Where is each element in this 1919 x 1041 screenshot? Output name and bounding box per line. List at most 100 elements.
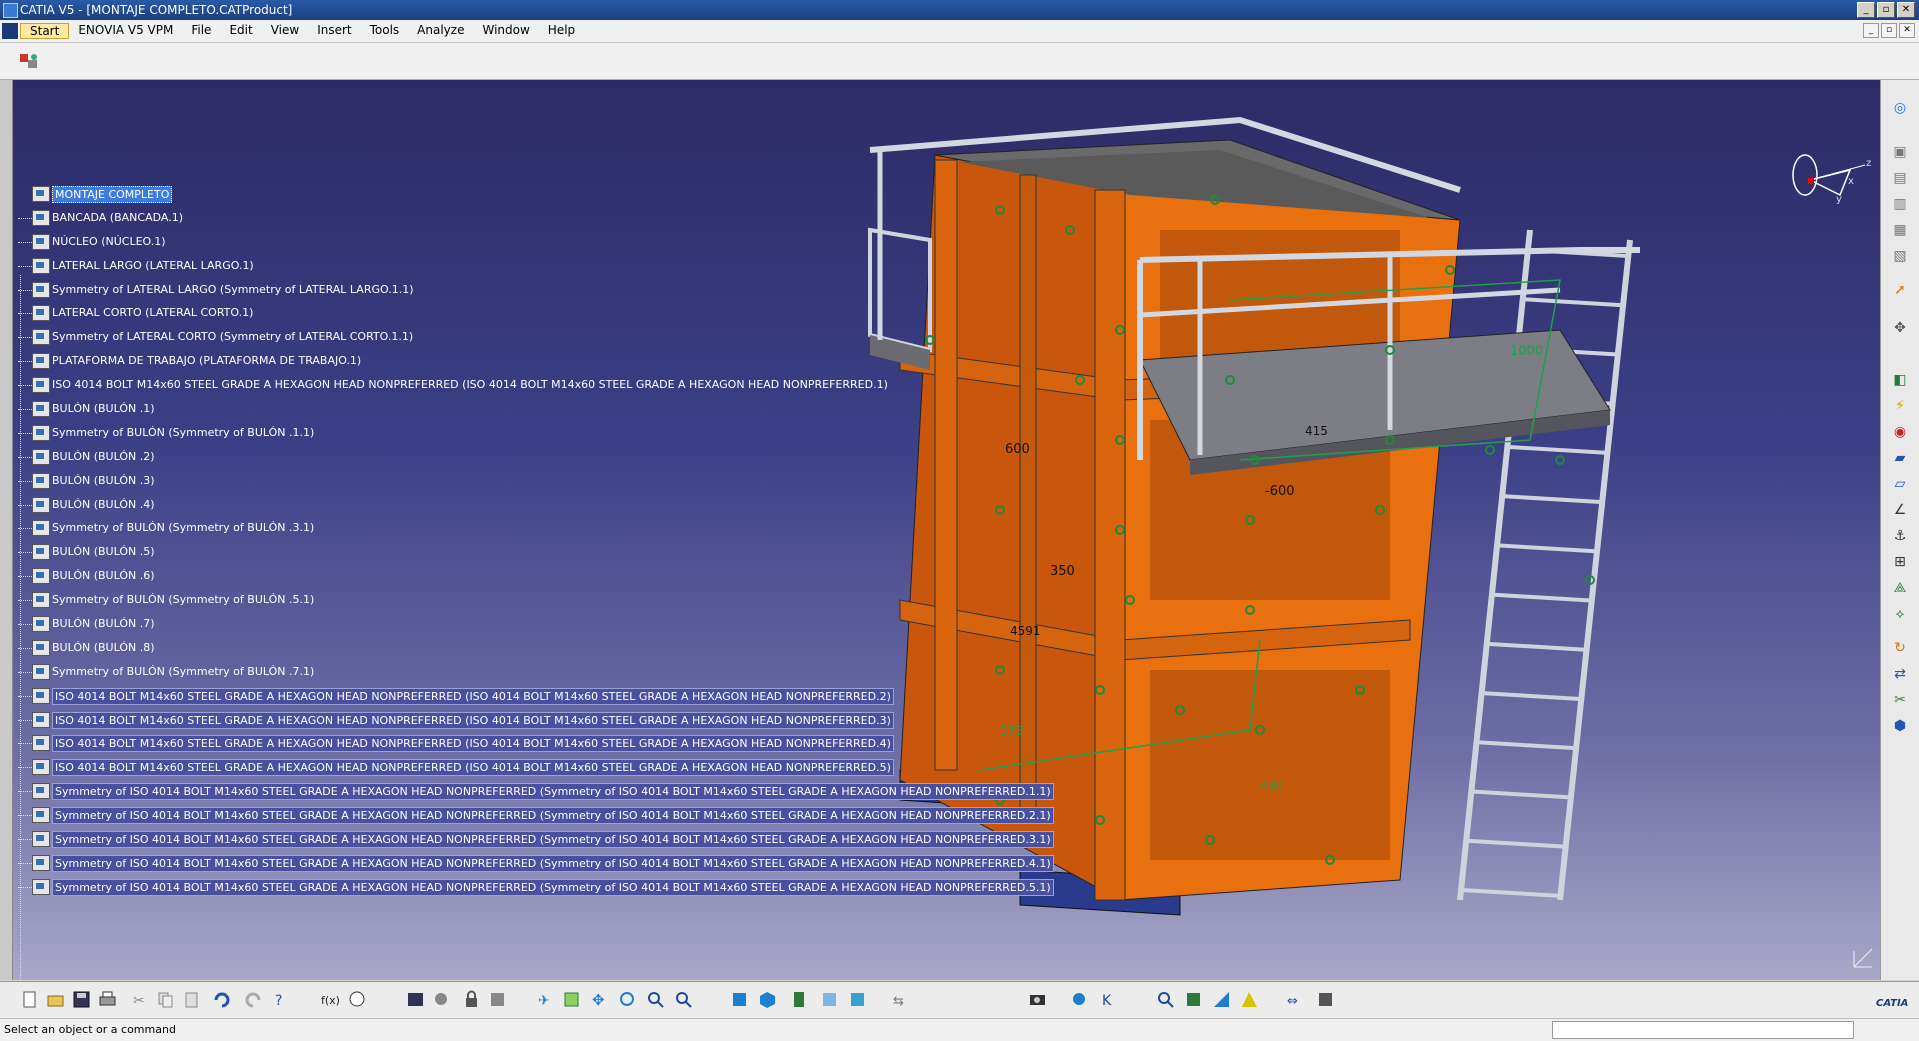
product-structure-icon[interactable]: ▣ xyxy=(1890,142,1910,162)
existing-component-icon[interactable]: ▧ xyxy=(1890,246,1910,266)
sectioning-icon[interactable]: K xyxy=(1100,990,1119,1009)
pan-icon[interactable]: ✥ xyxy=(590,990,609,1009)
maximize-button[interactable]: ▫ xyxy=(1877,2,1895,18)
compass-icon[interactable]: z x y xyxy=(1780,140,1875,220)
tree-connector xyxy=(18,265,32,267)
new-part-icon[interactable]: ▦ xyxy=(1890,220,1910,240)
fit-all-icon[interactable] xyxy=(562,990,581,1009)
menu-analyze[interactable]: Analyze xyxy=(408,23,473,39)
table-icon[interactable] xyxy=(406,990,425,1009)
new-product-icon[interactable]: ▥ xyxy=(1890,194,1910,214)
new-component-icon[interactable]: ▤ xyxy=(1890,168,1910,188)
quick-constraint-icon[interactable]: ⟁ xyxy=(1890,578,1910,598)
new-file-icon[interactable] xyxy=(20,990,39,1009)
menu-edit[interactable]: Edit xyxy=(220,23,261,39)
fix-component-icon[interactable]: ⚓ xyxy=(1890,526,1910,546)
menu-help[interactable]: Help xyxy=(539,23,584,39)
minimize-button[interactable]: _ xyxy=(1857,2,1875,18)
catalog-icon[interactable] xyxy=(432,990,451,1009)
power-input-field[interactable] xyxy=(1552,1021,1854,1039)
update-icon[interactable]: ↻ xyxy=(1890,638,1910,658)
paste-icon[interactable] xyxy=(182,990,201,1009)
constraint-marker[interactable] xyxy=(1485,445,1495,455)
flexible-subassembly-icon[interactable]: ⟡ xyxy=(1890,604,1910,624)
whats-this-icon[interactable]: ? xyxy=(272,990,291,1009)
svg-text:y: y xyxy=(1836,194,1842,205)
part-icon xyxy=(32,329,50,346)
search-icon[interactable] xyxy=(1156,990,1175,1009)
undo-icon[interactable] xyxy=(212,990,231,1009)
lock-icon[interactable] xyxy=(462,990,481,1009)
tree-expand-icon[interactable]: ⇔ xyxy=(1286,990,1305,1009)
doc-restore-button[interactable]: ▫ xyxy=(1881,23,1897,38)
top-toolbar xyxy=(0,43,1919,80)
explode-icon[interactable]: ◧ xyxy=(1890,370,1910,390)
select-arrow-icon[interactable]: ➚ xyxy=(1890,280,1910,300)
measure-item-icon[interactable] xyxy=(1240,990,1259,1009)
menu-enovia[interactable]: ENOVIA V5 VPM xyxy=(69,23,182,39)
print-icon[interactable] xyxy=(98,990,117,1009)
clash-icon[interactable]: ⚡ xyxy=(1890,396,1910,416)
doc-minimize-button[interactable]: _ xyxy=(1863,23,1879,38)
zoom-out-icon[interactable] xyxy=(674,990,693,1009)
tree-node-label: BULÓN (BULÓN .5) xyxy=(52,545,155,559)
window-title: CATIA V5 - [MONTAJE COMPLETO.CATProduct] xyxy=(20,3,293,17)
angle-constraint-icon[interactable]: ∠ xyxy=(1890,500,1910,520)
part-icon xyxy=(32,807,50,824)
part-icon xyxy=(32,472,50,489)
tree-node-label: Symmetry of BULÓN (Symmetry of BULÓN .1.… xyxy=(52,425,315,439)
open-file-icon[interactable] xyxy=(46,990,65,1009)
swap-visible-icon[interactable] xyxy=(848,990,867,1009)
assembly-workbench-icon[interactable] xyxy=(18,51,40,71)
cut-icon[interactable]: ✂ xyxy=(130,990,149,1009)
tree-connector xyxy=(18,695,32,697)
part-icon xyxy=(32,257,50,274)
tree-node-label: Symmetry of ISO 4014 BOLT M14x60 STEEL G… xyxy=(52,878,1054,896)
copy-icon[interactable] xyxy=(156,990,175,1009)
knowledge-icon[interactable] xyxy=(348,990,367,1009)
part-icon xyxy=(32,639,50,656)
menu-view[interactable]: View xyxy=(262,23,308,39)
normal-view-icon[interactable] xyxy=(730,990,749,1009)
fly-mode-icon[interactable]: ✈ xyxy=(536,990,555,1009)
save-icon[interactable] xyxy=(72,990,91,1009)
bom-icon[interactable]: ⇆ xyxy=(892,990,911,1009)
reuse-pattern-icon[interactable]: ⇄ xyxy=(1890,664,1910,684)
constraint-marker[interactable] xyxy=(1555,455,1565,465)
iso-view-icon[interactable] xyxy=(758,990,777,1009)
window-title-bar[interactable]: CATIA V5 - [MONTAJE COMPLETO.CATProduct]… xyxy=(0,0,1919,20)
workbench-icon[interactable]: ◎ xyxy=(1890,98,1910,118)
catia-logo-icon[interactable] xyxy=(2,23,18,39)
split-icon[interactable]: ✂ xyxy=(1890,690,1910,710)
capture-icon[interactable] xyxy=(1028,990,1047,1009)
menu-file[interactable]: File xyxy=(182,23,220,39)
menu-start[interactable]: Start xyxy=(20,23,70,39)
menu-window[interactable]: Window xyxy=(473,23,538,39)
redo-icon[interactable] xyxy=(244,990,263,1009)
hide-show-icon[interactable] xyxy=(820,990,839,1009)
measure-icon[interactable] xyxy=(488,990,507,1009)
close-button[interactable]: ✕ xyxy=(1897,2,1915,18)
offset-constraint-icon[interactable]: ▱ xyxy=(1890,474,1910,494)
doc-close-button[interactable]: ✕ xyxy=(1899,23,1915,38)
manipulation-icon[interactable]: ✥ xyxy=(1890,318,1910,338)
part-icon xyxy=(32,783,50,800)
formula-icon[interactable]: f(x) xyxy=(320,990,340,1009)
distance-icon[interactable] xyxy=(1184,990,1203,1009)
annotation-icon[interactable] xyxy=(1212,990,1231,1009)
contact-constraint-icon[interactable]: ▰ xyxy=(1890,448,1910,468)
tree-view-icon[interactable] xyxy=(1316,990,1335,1009)
menu-tools[interactable]: Tools xyxy=(361,23,409,39)
rotate-icon[interactable] xyxy=(618,990,637,1009)
tree-node-label: BULÓN (BULÓN .1) xyxy=(52,402,155,416)
menu-insert[interactable]: Insert xyxy=(308,23,360,39)
zoom-in-icon[interactable] xyxy=(646,990,665,1009)
tree-connector xyxy=(18,480,32,482)
part-icon xyxy=(32,592,50,609)
tree-connector xyxy=(18,385,32,387)
clash-analysis-icon[interactable] xyxy=(1070,990,1089,1009)
fix-together-icon[interactable]: ⊞ xyxy=(1890,552,1910,572)
shading-icon[interactable] xyxy=(790,990,809,1009)
coincidence-constraint-icon[interactable]: ◉ xyxy=(1890,422,1910,442)
hole-icon[interactable]: ⬢ xyxy=(1890,716,1910,736)
